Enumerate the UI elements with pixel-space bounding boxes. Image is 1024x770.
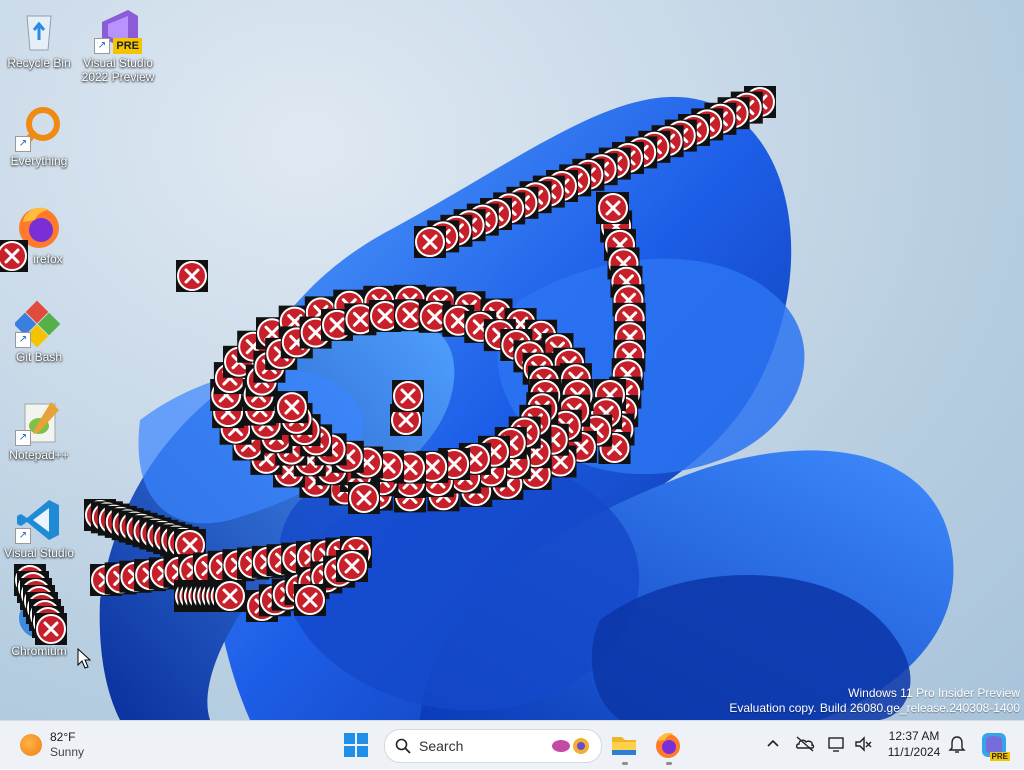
running-indicator xyxy=(666,762,672,765)
vscode-icon: ↗ xyxy=(15,496,63,544)
taskbar-search-box[interactable]: Search xyxy=(384,729,602,763)
clock-time: 12:37 AM xyxy=(888,729,940,743)
shortcut-arrow-icon: ↗ xyxy=(94,38,110,54)
search-icon xyxy=(395,738,411,754)
desktop-icon-vscode[interactable]: ↗ Visual Studio xyxy=(0,496,78,560)
chromium-icon xyxy=(15,594,63,642)
desktop-icon-recycle-bin[interactable]: Recycle Bin xyxy=(0,6,78,70)
firefox-icon xyxy=(15,202,63,250)
copilot-badge: PRE xyxy=(989,752,1010,761)
weather-temperature: 82°F xyxy=(50,730,76,744)
visual-studio-preview-icon: PRE ↗ xyxy=(94,6,142,54)
volume-icon[interactable] xyxy=(852,733,874,755)
copilot-button[interactable]: PRE xyxy=(980,731,1010,761)
start-button[interactable] xyxy=(336,725,376,765)
mouse-cursor-icon xyxy=(77,648,91,669)
running-indicator xyxy=(622,762,628,765)
desktop-icon-label: Recycle Bin xyxy=(7,56,71,70)
notepad-plus-plus-icon: ↗ xyxy=(15,398,63,446)
weather-widget[interactable]: 82°F Sunny xyxy=(14,727,134,763)
preview-badge: PRE xyxy=(113,38,142,54)
desktop-icon-firefox[interactable]: irefox xyxy=(0,202,78,266)
firefox-icon xyxy=(656,732,680,758)
desktop-icon-chromium[interactable]: Chromium xyxy=(0,594,78,658)
desktop-icon-visual-studio-preview[interactable]: PRE ↗ Visual Studio 2022 Preview xyxy=(79,6,157,84)
wallpaper-bloom xyxy=(99,96,954,720)
search-highlight-icon xyxy=(552,738,589,754)
desktop[interactable]: Recycle Bin PRE ↗ Visual Studio 2022 Pre… xyxy=(0,0,1024,720)
taskbar-clock[interactable]: 12:37 AM 11/1/2024 xyxy=(882,728,946,760)
search-placeholder: Search xyxy=(419,738,464,754)
desktop-icon-label: Notepad++ xyxy=(9,448,69,462)
weather-condition: Sunny xyxy=(50,745,85,759)
git-bash-icon: ↗ xyxy=(13,300,63,348)
taskbar: 82°F Sunny Search 12:37 AM 11/1/2024 PRE xyxy=(0,720,1024,769)
shortcut-arrow-icon: ↗ xyxy=(15,528,31,544)
desktop-icon-label: Visual Studio xyxy=(4,546,74,560)
desktop-icon-label: Git Bash xyxy=(15,350,63,364)
onedrive-icon[interactable] xyxy=(794,733,816,755)
clock-date: 11/1/2024 xyxy=(887,745,941,759)
recycle-bin-icon xyxy=(15,6,63,54)
insider-preview-watermark-line1: Windows 11 Pro Insider Preview xyxy=(848,686,1020,700)
desktop-icon-label: Chromium xyxy=(11,644,67,658)
desktop-icon-label: Everything xyxy=(10,154,68,168)
shortcut-arrow-icon: ↗ xyxy=(15,136,31,152)
desktop-icon-notepad-plus-plus[interactable]: ↗ Notepad++ xyxy=(0,398,78,462)
taskbar-firefox[interactable] xyxy=(648,725,688,765)
bell-icon[interactable] xyxy=(946,733,968,755)
taskbar-file-explorer[interactable] xyxy=(604,725,644,765)
desktop-icon-label: Visual Studio 2022 Preview xyxy=(81,56,155,84)
chevron-up-icon[interactable] xyxy=(762,733,784,755)
desktop-icon-label: irefox xyxy=(33,252,63,266)
insider-preview-watermark-line2: Evaluation copy. Build 26080.ge_release.… xyxy=(729,701,1020,715)
desktop-icon-everything[interactable]: ↗ Everything xyxy=(0,104,78,168)
everything-search-icon: ↗ xyxy=(15,104,63,152)
windows-start-icon xyxy=(344,733,368,757)
sun-icon xyxy=(20,734,42,756)
network-icon[interactable] xyxy=(826,733,848,755)
desktop-icon-git-bash[interactable]: ↗ Git Bash xyxy=(0,300,78,364)
shortcut-arrow-icon: ↗ xyxy=(15,430,31,446)
shortcut-arrow-icon: ↗ xyxy=(15,332,31,348)
file-explorer-icon xyxy=(612,737,636,755)
